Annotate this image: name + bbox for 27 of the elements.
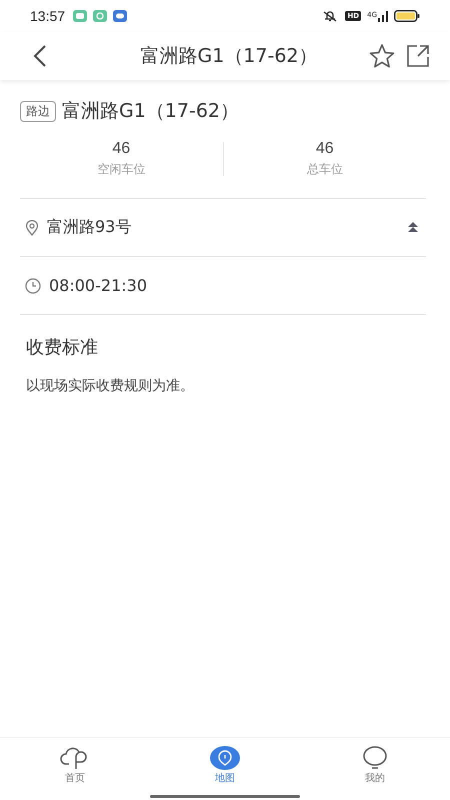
- location-pin-icon: [25, 220, 39, 236]
- fee-note: 以现场实际收费规则为准。: [26, 377, 195, 395]
- clock-time: 13:57: [30, 8, 66, 24]
- share-icon: [406, 44, 430, 68]
- clock-icon: [25, 278, 41, 294]
- stat-label: 总车位: [306, 161, 344, 178]
- double-caret-up-icon: [406, 222, 420, 234]
- back-icon: [33, 44, 47, 68]
- section-title: 收费标准: [26, 336, 99, 359]
- type-tag: 路边: [20, 100, 56, 122]
- opening-hours: 08:00-21:30: [49, 276, 147, 295]
- app-icon: [113, 10, 128, 22]
- page-title: 富洲路G1（17-62）: [139, 44, 319, 69]
- parking-name: 富洲路G1（17-62）: [62, 99, 240, 124]
- app-icon: [93, 10, 108, 22]
- stat-value: 46: [314, 140, 335, 158]
- address-text: 富洲路93号: [47, 217, 132, 238]
- app-icon: [73, 10, 88, 22]
- tab-item[interactable]: 首页: [0, 738, 150, 792]
- battery-icon: [394, 10, 420, 22]
- tab-item[interactable]: 地图: [150, 738, 300, 792]
- tab-item[interactable]: 我的: [300, 738, 450, 792]
- map-pin-icon: [210, 746, 240, 770]
- stat-value: 46: [111, 140, 132, 158]
- star-icon: [369, 43, 395, 69]
- signal-icon: [378, 10, 388, 22]
- stat-label: 空闲车位: [96, 161, 146, 178]
